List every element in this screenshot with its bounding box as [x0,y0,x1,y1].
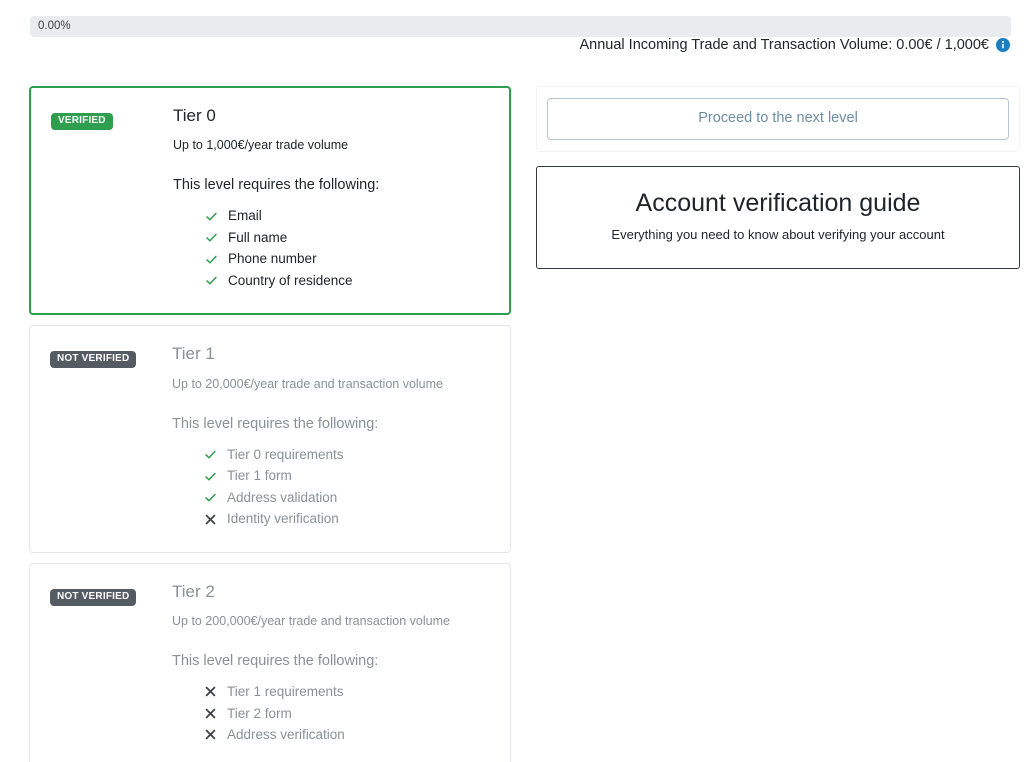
tier-body: Tier 2 Up to 200,000€/year trade and tran… [172,582,490,746]
requirement-item: Tier 0 requirements [204,444,490,466]
tier-requirements-label: This level requires the following: [172,415,379,432]
requirement-label: Phone number [228,251,317,267]
requirement-item: Country of residence [205,270,489,292]
tier-requirement-list: Email Full name Phone number Country of res… [173,205,489,291]
proceed-to-next-level-button[interactable]: Proceed to the next level [547,98,1009,140]
status-badge: NOT VERIFIED [50,588,137,606]
tier-card-header: NOT VERIFIED Tier 1 Up to 20,000€/year tra… [50,344,490,529]
tier-card[interactable]: NOT VERIFIED Tier 2 Up to 200,000€/year tr… [29,562,511,762]
cross-icon [204,685,217,698]
check-icon [204,470,217,483]
requirement-label: Address validation [227,489,338,505]
tier-body: Tier 0 Up to 1,000€/year trade volume This… [173,106,489,291]
right-panel: Proceed to the next level Account verifi… [536,86,1020,270]
tier-title: Tier 2 [172,581,215,601]
tier-card-list: VERIFIED Tier 0 Up to 1,000€/year trade vo… [29,86,511,762]
requirement-item: Tier 2 form [204,703,490,725]
tier-card[interactable]: NOT VERIFIED Tier 1 Up to 20,000€/year tra… [29,325,511,553]
requirement-label: Tier 2 form [227,705,292,721]
tier-requirements-label: This level requires the following: [172,653,379,670]
requirement-label: Identity verification [227,511,339,527]
requirement-label: Email [228,208,262,224]
tier-card-header: VERIFIED Tier 0 Up to 1,000€/year trade vo… [51,106,489,291]
tier-title: Tier 0 [173,106,216,125]
tier-body: Tier 1 Up to 20,000€/year trade and trans… [172,344,490,529]
tier-card-header: NOT VERIFIED Tier 2 Up to 200,000€/year tr… [50,582,490,746]
requirement-item: Tier 1 requirements [204,681,490,703]
requirement-label: Tier 1 requirements [227,684,344,700]
tier-volume-limit: Up to 200,000€/year trade and transactio… [172,614,450,629]
tier-badge-column: NOT VERIFIED [50,582,172,606]
requirement-item: Address validation [204,487,490,509]
cross-icon [204,728,217,741]
requirement-item: Tier 1 form [204,465,490,487]
check-icon [204,491,217,504]
cross-icon [204,707,217,720]
requirement-item: Address verification [204,724,490,746]
requirement-item: Full name [205,227,489,249]
check-icon [204,448,217,461]
requirement-label: Tier 1 form [227,468,292,484]
guide-subtitle: Everything you need to know about verify… [611,227,945,243]
verification-levels-page: 0.00% Annual Incoming Trade and Transact… [0,0,1024,762]
requirement-label: Tier 0 requirements [227,446,344,462]
tier-title: Tier 1 [172,344,215,364]
requirement-label: Address verification [227,727,345,743]
requirement-label: Full name [228,229,288,245]
annual-volume-text: Annual Incoming Trade and Transaction Vo… [579,37,990,53]
tier-card[interactable]: VERIFIED Tier 0 Up to 1,000€/year trade vo… [29,86,511,316]
requirement-item: Identity verification [204,508,490,530]
tier-badge-column: VERIFIED [51,106,173,130]
guide-title: Account verification guide [635,188,921,217]
status-badge: VERIFIED [51,113,113,130]
progress-bar-label: 0.00% [38,20,71,32]
requirement-item: Phone number [205,248,489,270]
account-verification-guide-card[interactable]: Account verification guide Everything yo… [536,165,1020,270]
check-icon [205,274,218,287]
tier-requirement-list: Tier 1 requirements Tier 2 form Address ve… [172,681,490,746]
tier-badge-column: NOT VERIFIED [50,344,172,369]
annual-volume-row: Annual Incoming Trade and Transaction Vo… [579,37,1010,53]
tier-volume-limit: Up to 1,000€/year trade volume [173,138,349,153]
verification-progress-bar: 0.00% [30,16,1011,37]
cross-icon [204,513,217,526]
check-icon [205,231,218,244]
check-icon [205,253,218,266]
tier-requirements-label: This level requires the following: [173,177,380,194]
check-icon [205,210,218,223]
tier-volume-limit: Up to 20,000€/year trade and transaction… [172,376,444,391]
requirement-item: Email [205,205,489,227]
info-circle-icon[interactable] [996,38,1010,52]
requirement-label: Country of residence [228,272,353,288]
tier-requirement-list: Tier 0 requirements Tier 1 form Address va… [172,444,490,530]
status-badge: NOT VERIFIED [50,351,137,369]
proceed-panel: Proceed to the next level [536,86,1020,152]
